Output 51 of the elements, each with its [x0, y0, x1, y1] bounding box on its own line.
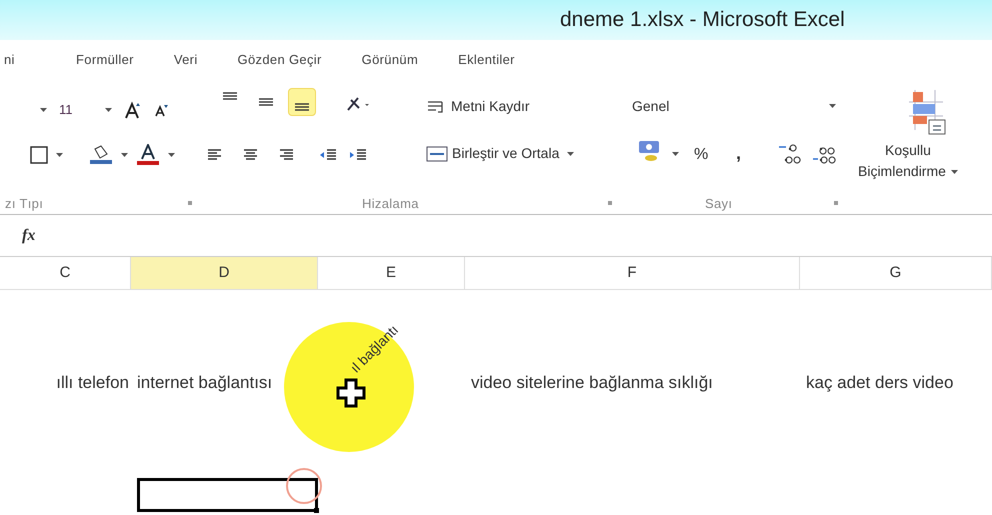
font-size-value[interactable]: 11: [59, 100, 72, 120]
caret-icon[interactable]: [40, 108, 47, 112]
insert-function-button[interactable]: fx: [22, 224, 36, 248]
ribbon-tab[interactable]: Eklentiler: [444, 50, 529, 70]
active-cell[interactable]: [137, 478, 318, 512]
grow-font-icon[interactable]: [124, 100, 142, 119]
indent-icon[interactable]: [319, 148, 337, 162]
ribbon-tab[interactable]: ni: [0, 50, 62, 70]
border-icon[interactable]: [30, 146, 48, 164]
table-cell-text: video sitelerine bağlanma sıklığı: [471, 372, 713, 394]
wrap-text-button[interactable]: Metni Kaydır: [426, 96, 530, 117]
font-color-icon[interactable]: [136, 144, 160, 166]
table-cell-text: kaç adet ders video: [806, 372, 954, 394]
ribbon-tab[interactable]: Formüller: [62, 50, 148, 70]
vertical-align-button[interactable]: [288, 88, 316, 116]
caret-icon[interactable]: [168, 153, 175, 157]
table-cell-text: ıllı telefon: [56, 372, 129, 394]
move-cursor-icon: [336, 378, 366, 408]
caret-icon[interactable]: [829, 104, 836, 108]
shrink-font-icon[interactable]: [154, 102, 168, 117]
align-icon[interactable]: [207, 148, 223, 162]
ribbon-tab[interactable]: Görünüm: [348, 50, 432, 70]
number-format-dropdown[interactable]: Genel: [632, 94, 842, 118]
click-ring-icon: [284, 466, 324, 506]
caret-icon[interactable]: [56, 153, 63, 157]
text-orientation-icon[interactable]: [346, 96, 372, 112]
align-lines-icon: [259, 98, 273, 106]
indent-icon[interactable]: [349, 148, 367, 162]
caret-icon[interactable]: [567, 152, 574, 156]
align-lines-icon: [295, 103, 309, 111]
table-cell-text: internet bağlantısı: [137, 372, 272, 394]
column-header[interactable]: D: [131, 257, 318, 289]
conditional-formatting-button[interactable]: Koşullu Biçimlendirme: [858, 140, 958, 182]
group-label: Hizalama: [362, 195, 419, 213]
group-label: zı Tıpı: [5, 195, 44, 213]
align-icon[interactable]: [243, 148, 259, 162]
caret-icon[interactable]: [121, 153, 128, 157]
caret-icon[interactable]: [950, 170, 958, 174]
merge-center-button[interactable]: Birleştir ve Ortala: [426, 143, 574, 164]
fill-color-icon[interactable]: [89, 145, 113, 165]
percent-style-button[interactable]: %: [694, 143, 708, 167]
align-lines-icon: [223, 92, 237, 100]
merge-cells-icon: [426, 146, 448, 162]
window-title: dneme 1.xlsx - Microsoft Excel: [560, 7, 845, 34]
caret-icon[interactable]: [672, 152, 679, 156]
ribbon-tab[interactable]: Gözden Geçir: [224, 50, 336, 70]
align-icon[interactable]: [279, 148, 295, 162]
ribbon-tab[interactable]: Veri: [160, 50, 212, 70]
comma-style-button[interactable]: ,: [736, 140, 742, 167]
group-label: Sayı: [705, 195, 732, 213]
caret-icon[interactable]: [104, 108, 112, 112]
